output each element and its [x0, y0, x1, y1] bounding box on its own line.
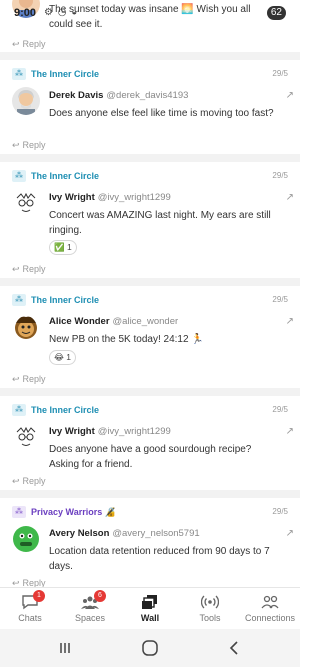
reply-icon: ↩	[12, 374, 20, 384]
system-navigation-bar	[0, 629, 300, 667]
space-icon: ⁂	[12, 404, 26, 416]
unread-badge: 6	[94, 590, 106, 602]
author[interactable]: Ivy Wright @ivy_wright1299	[49, 192, 171, 203]
author-handle: @avery_nelson5791	[112, 528, 200, 539]
tab-chats[interactable]: 1 Chats	[0, 588, 60, 630]
author[interactable]: Avery Nelson @avery_nelson5791	[49, 528, 200, 539]
reply-button[interactable]: ↩ Reply	[12, 140, 46, 151]
timestamp: 29/5	[272, 507, 288, 516]
tab-connections[interactable]: Connections	[240, 588, 300, 630]
post-body: Location data retention reduced from 90 …	[49, 546, 270, 572]
post-card[interactable]: ⁂ Privacy Warriors 🔏 29/5 ↗ Avery Nelson…	[0, 498, 300, 587]
space-name[interactable]: The Inner Circle	[31, 170, 99, 182]
post-card[interactable]: ⁂ The Inner Circle 29/5 ↗ Alice Wonder @a…	[0, 286, 300, 396]
reply-icon: ↩	[12, 578, 20, 587]
reaction-chip[interactable]: ✅ 1	[49, 240, 77, 255]
tab-label: Chats	[18, 613, 42, 623]
author-name[interactable]: Avery Nelson	[49, 528, 109, 539]
post-body: Does anyone have a good sourdough recipe…	[49, 444, 252, 470]
timestamp: 29/5	[272, 69, 288, 78]
post-body: Concert was AMAZING last night. My ears …	[49, 210, 271, 236]
reply-icon: ↩	[12, 39, 20, 49]
wall-stack-icon	[142, 595, 157, 609]
reply-button[interactable]: ↩ Reply	[12, 476, 46, 487]
space-name[interactable]: The Inner Circle	[31, 68, 99, 80]
recent-apps-icon[interactable]	[55, 638, 75, 658]
open-post-arrow-icon[interactable]: ↗	[286, 316, 294, 327]
author-handle: @derek_davis4193	[106, 90, 189, 101]
author-handle: @ivy_wright1299	[97, 426, 171, 437]
avatar[interactable]	[12, 189, 40, 217]
post-header: ⁂ The Inner Circle 29/5	[12, 170, 288, 184]
open-post-arrow-icon[interactable]: ↗	[286, 528, 294, 539]
reaction-chip[interactable]: 😂 1	[49, 350, 77, 365]
author-name[interactable]: Ivy Wright	[49, 426, 95, 437]
space-name[interactable]: The Inner Circle	[31, 404, 99, 416]
bottom-tab-bar: 1 Chats 6 Spaces Wall Tools Connections	[0, 587, 300, 629]
space-icon: ⁂	[12, 506, 26, 518]
post-card[interactable]: ⁂ The Inner Circle 29/5 ↗ Ivy Wright @ivy…	[0, 162, 300, 286]
timestamp: 29/5	[272, 295, 288, 304]
author-handle: @alice_wonder	[112, 316, 179, 327]
broadcast-icon	[201, 595, 219, 609]
post-header: ⁂ The Inner Circle 29/5	[12, 404, 288, 418]
space-name[interactable]: Privacy Warriors 🔏	[31, 506, 116, 518]
author-name[interactable]: Alice Wonder	[49, 316, 110, 327]
space-icon: ⁂	[12, 68, 26, 80]
reply-button[interactable]: ↩ Reply	[12, 39, 46, 50]
home-icon[interactable]	[140, 638, 160, 658]
post-header: ⁂ The Inner Circle 29/5	[12, 68, 288, 82]
reply-icon: ↩	[12, 264, 20, 274]
space-name[interactable]: The Inner Circle	[31, 294, 99, 306]
unread-badge: 1	[33, 590, 45, 602]
reply-button[interactable]: ↩ Reply	[12, 578, 46, 587]
status-bar: 9:00 ⚙ ◷ ◒ 62	[0, 0, 300, 26]
tab-label: Connections	[244, 613, 296, 623]
post-body: Does anyone else feel like time is movin…	[49, 108, 274, 119]
reply-icon: ↩	[12, 140, 20, 150]
post-header: ⁂ Privacy Warriors 🔏 29/5	[12, 506, 288, 520]
reply-button[interactable]: ↩ Reply	[12, 374, 46, 385]
author[interactable]: Alice Wonder @alice_wonder	[49, 316, 178, 327]
space-icon: ⁂	[12, 294, 26, 306]
post-card[interactable]: ⁂ The Inner Circle 29/5 ↗ Derek Davis @de…	[0, 60, 300, 162]
tab-label: Spaces	[74, 613, 106, 623]
timestamp: 29/5	[272, 171, 288, 180]
avatar[interactable]	[12, 87, 40, 115]
author-name[interactable]: Derek Davis	[49, 90, 103, 101]
status-time: 9:00	[14, 7, 37, 19]
open-post-arrow-icon[interactable]: ↗	[286, 90, 294, 101]
timestamp: 29/5	[272, 405, 288, 414]
open-post-arrow-icon[interactable]: ↗	[286, 192, 294, 203]
author-handle: @ivy_wright1299	[97, 192, 171, 203]
tab-spaces[interactable]: 6 Spaces	[60, 588, 120, 630]
tab-label: Tools	[199, 613, 221, 623]
avatar[interactable]	[12, 313, 40, 341]
wall-feed[interactable]: The sunset today was insane 🌅 Wish you a…	[0, 0, 300, 587]
tab-tools[interactable]: Tools	[180, 588, 240, 630]
avatar[interactable]	[12, 525, 40, 553]
tab-wall[interactable]: Wall	[120, 588, 180, 630]
space-icon: ⁂	[12, 170, 26, 182]
avatar[interactable]	[12, 423, 40, 451]
open-post-arrow-icon[interactable]: ↗	[286, 426, 294, 437]
notification-count-badge: 62	[266, 6, 286, 20]
author[interactable]: Derek Davis @derek_davis4193	[49, 90, 188, 101]
contacts-icon	[261, 595, 279, 609]
back-icon[interactable]	[224, 638, 244, 658]
post-card[interactable]: ⁂ The Inner Circle 29/5 ↗ Ivy Wright @ivy…	[0, 396, 300, 498]
reply-icon: ↩	[12, 476, 20, 486]
reply-button[interactable]: ↩ Reply	[12, 264, 46, 275]
author[interactable]: Ivy Wright @ivy_wright1299	[49, 426, 171, 437]
tab-label: Wall	[140, 613, 160, 623]
author-name[interactable]: Ivy Wright	[49, 192, 95, 203]
status-icons: ⚙ ◷ ◒	[44, 7, 79, 18]
post-header: ⁂ The Inner Circle 29/5	[12, 294, 288, 308]
post-body: New PB on the 5K today! 24:12 🏃	[49, 334, 204, 345]
